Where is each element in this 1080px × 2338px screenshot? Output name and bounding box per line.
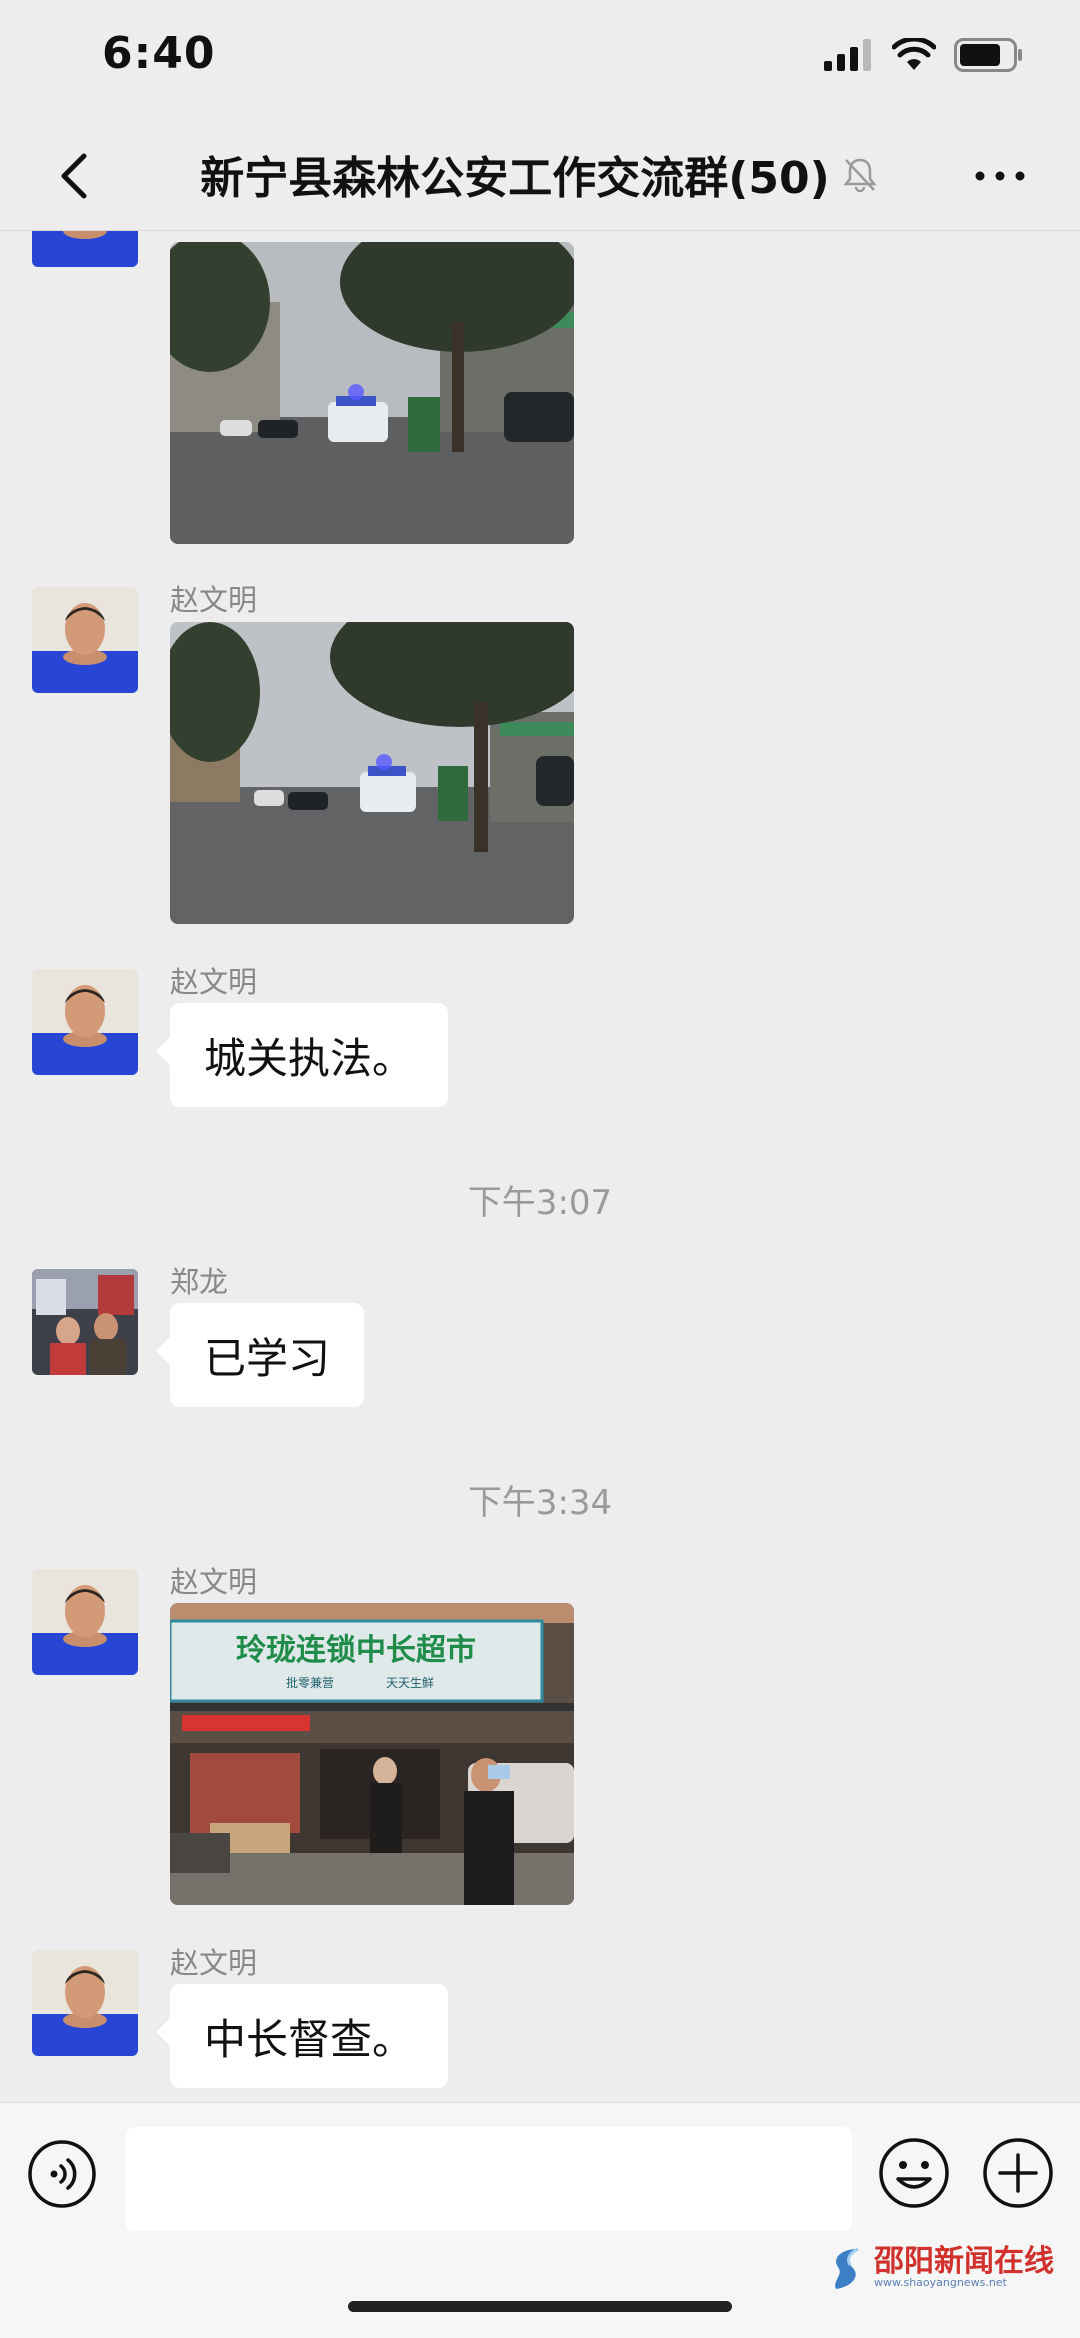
avatar[interactable]: [32, 231, 138, 267]
wifi-icon: [892, 38, 936, 70]
sender-name: 郑龙: [170, 1265, 229, 1299]
message-input[interactable]: [126, 2127, 852, 2231]
message-bubble[interactable]: 中长督查。: [155, 1984, 449, 2088]
chat-title-wrap: 新宁县森林公安工作交流群(50): [170, 144, 910, 204]
store-sign-sub1: 批零兼营: [286, 1675, 334, 1690]
sender-name: 赵文明: [170, 965, 258, 999]
mute-bell-icon: [843, 158, 877, 193]
store-sign-sub2: 天天生鲜: [386, 1676, 434, 1690]
status-bar: 6:40: [0, 0, 1080, 120]
chat-title: 新宁县森林公安工作交流群(50): [200, 153, 830, 204]
sender-name: 赵文明: [170, 583, 258, 617]
avatar[interactable]: [32, 1269, 138, 1375]
input-bar: 邵阳新闻在线 www.shaoyangnews.net: [0, 2102, 1080, 2338]
message-bubble[interactable]: 已学习: [155, 1303, 365, 1407]
store-sign-title: 玲珑连锁中长超市: [236, 1633, 476, 1668]
watermark-name: 邵阳新闻在线: [874, 2244, 1054, 2279]
signal-icon: [824, 39, 871, 71]
watermark-logo: [835, 2247, 859, 2289]
sender-name: 赵文明: [170, 1565, 258, 1599]
status-time: 6:40: [102, 28, 216, 79]
battery-icon: [954, 38, 1022, 72]
avatar[interactable]: [32, 1950, 138, 2056]
timestamp: 下午3:34: [467, 1483, 613, 1523]
avatar[interactable]: [32, 587, 138, 693]
chat-image[interactable]: 玲珑连锁中长超市 批零兼营 天天生鲜: [170, 1603, 574, 1905]
chat-image[interactable]: [170, 242, 574, 544]
chat-image[interactable]: [170, 622, 574, 924]
voice-icon[interactable]: [27, 2139, 97, 2209]
more-dots-icon[interactable]: [970, 146, 1030, 206]
news-watermark: 邵阳新闻在线 www.shaoyangnews.net: [828, 2245, 1054, 2291]
plus-icon[interactable]: [982, 2137, 1054, 2209]
nav-bar: 新宁县森林公安工作交流群(50): [0, 120, 1080, 231]
home-indicator[interactable]: [348, 2301, 732, 2312]
sender-name: 赵文明: [170, 1946, 258, 1980]
status-icons: [824, 38, 1024, 72]
message-bubble[interactable]: 城关执法。: [155, 1003, 449, 1107]
emoji-icon[interactable]: [878, 2137, 950, 2209]
back-chevron-icon[interactable]: [46, 146, 106, 206]
avatar[interactable]: [32, 969, 138, 1075]
chat-area[interactable]: 赵文明 赵文明 城关执法。 下午3:07 郑龙 已学习 下午3:34 赵文明 玲…: [0, 231, 1080, 2101]
timestamp: 下午3:07: [467, 1183, 613, 1223]
avatar[interactable]: [32, 1569, 138, 1675]
